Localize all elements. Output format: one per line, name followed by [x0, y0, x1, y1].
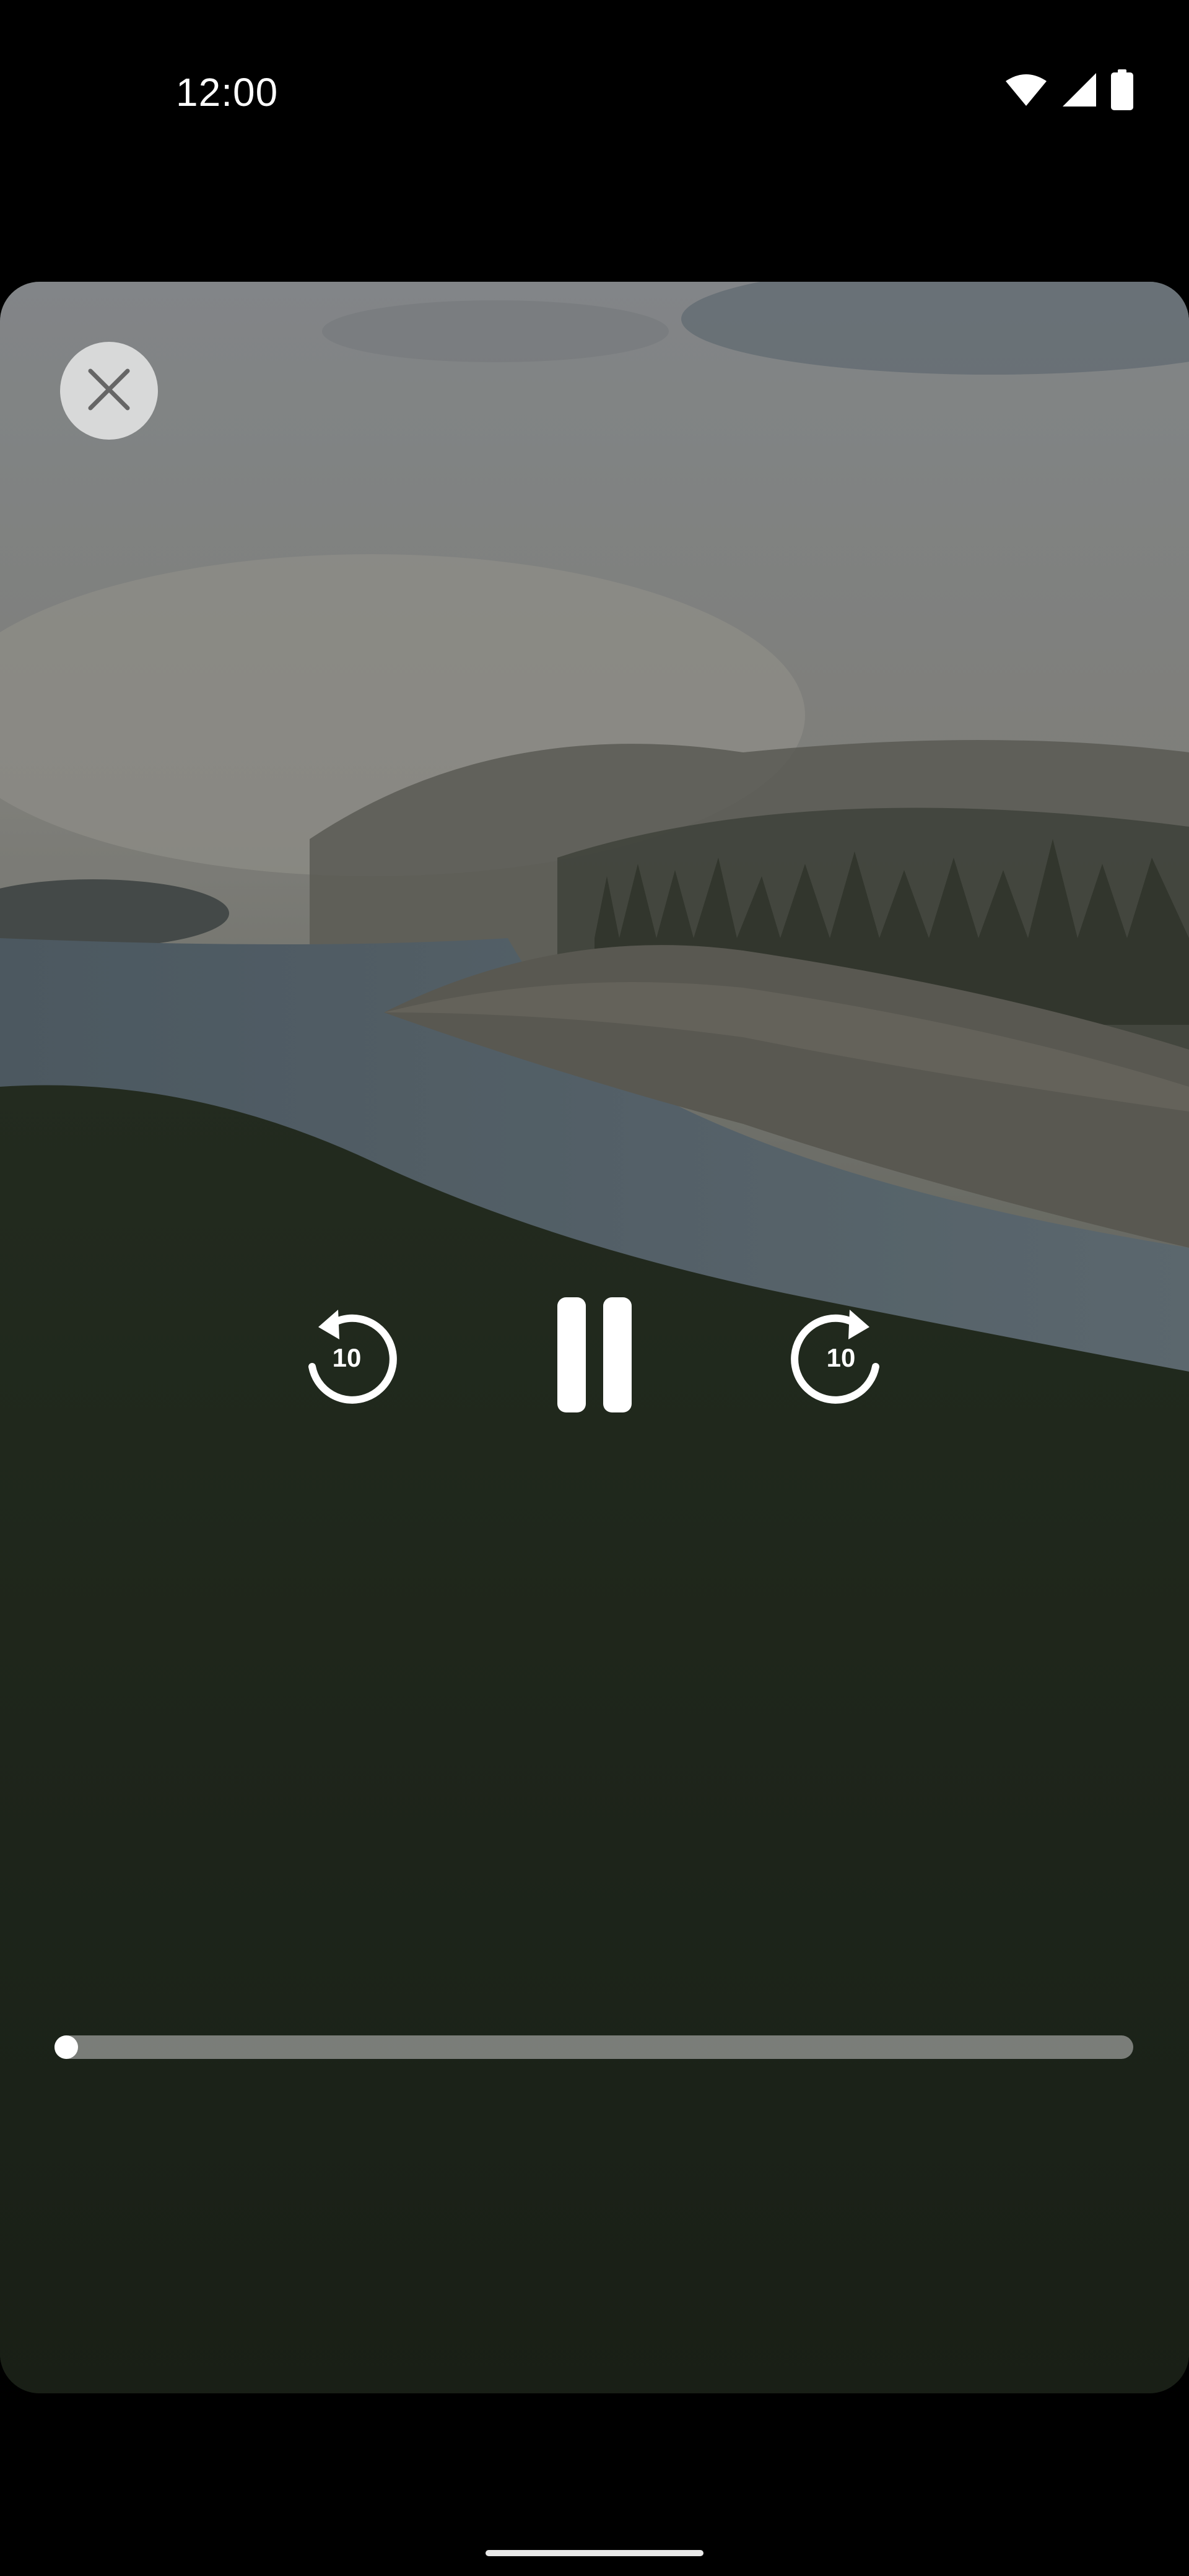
rewind-10-label: 10: [332, 1343, 362, 1372]
progress-fill: [54, 2035, 78, 2059]
close-icon: [85, 366, 133, 416]
status-time: 12:00: [176, 70, 279, 115]
gesture-navigation-bar[interactable]: [486, 2550, 703, 2556]
forward-10-button[interactable]: 10: [785, 1300, 897, 1411]
rewind-10-button[interactable]: 10: [291, 1300, 403, 1411]
video-player[interactable]: 10 10: [0, 282, 1189, 2393]
cellular-signal-icon: [1061, 72, 1097, 111]
status-icons: [1004, 69, 1133, 113]
progress-bar[interactable]: [54, 2035, 1133, 2059]
pause-icon: [533, 1290, 656, 1423]
battery-icon: [1111, 69, 1133, 113]
close-button[interactable]: [60, 342, 158, 440]
forward-10-label: 10: [826, 1343, 856, 1372]
pause-button[interactable]: [533, 1291, 656, 1421]
playback-controls: 10 10: [0, 1273, 1189, 1434]
wifi-icon: [1004, 72, 1048, 110]
status-bar: 12:00: [0, 0, 1189, 186]
